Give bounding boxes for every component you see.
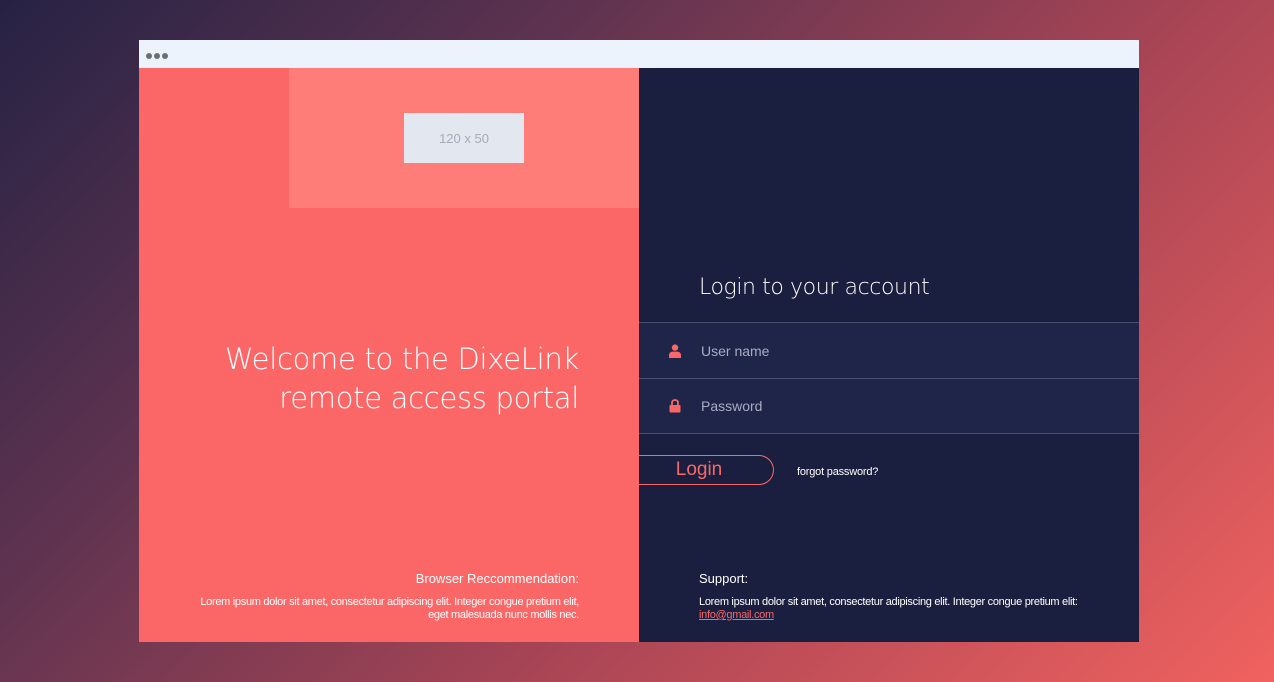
window-titlebar — [139, 40, 1139, 68]
password-field[interactable] — [639, 378, 1139, 434]
dot — [146, 53, 152, 59]
welcome-panel: 120 x 50 Welcome to the DixeLink remote … — [139, 68, 639, 642]
support-email-link[interactable]: info@gmail.com — [699, 609, 774, 621]
window-menu-dots-icon[interactable] — [146, 53, 168, 59]
support-heading: Support: — [699, 571, 749, 586]
login-title: Login to your account — [699, 275, 930, 300]
username-field[interactable] — [639, 322, 1139, 378]
logo-placeholder: 120 x 50 — [404, 113, 524, 163]
login-button[interactable]: Login — [637, 455, 774, 485]
user-icon — [669, 343, 681, 358]
dot — [162, 53, 168, 59]
support-section: Support: Lorem ipsum dolor sit amet, con… — [699, 571, 1099, 622]
forgot-password-link[interactable]: forgot password? — [797, 466, 878, 478]
login-panel: Login to your account Login forgot passw… — [637, 68, 1139, 642]
logo-area: 120 x 50 — [289, 68, 639, 208]
welcome-heading: Welcome to the DixeLink remote access po… — [159, 340, 579, 418]
browser-recommendation-heading: Browser Reccommendation: — [415, 571, 579, 586]
welcome-line-1: Welcome to the DixeLink — [224, 342, 579, 376]
welcome-line-2: remote access portal — [279, 381, 579, 415]
password-input[interactable] — [701, 379, 1121, 433]
support-text-body: Lorem ipsum dolor sit amet, consectetur … — [699, 596, 1078, 608]
browser-recommendation: Browser Reccommendation: Lorem ipsum dol… — [179, 571, 579, 622]
dot — [154, 53, 160, 59]
support-text: Lorem ipsum dolor sit amet, consectetur … — [699, 596, 1099, 622]
username-input[interactable] — [701, 323, 1121, 378]
browser-recommendation-text: Lorem ipsum dolor sit amet, consectetur … — [200, 596, 579, 621]
browser-window: 120 x 50 Welcome to the DixeLink remote … — [139, 40, 1139, 642]
lock-icon — [669, 399, 681, 413]
